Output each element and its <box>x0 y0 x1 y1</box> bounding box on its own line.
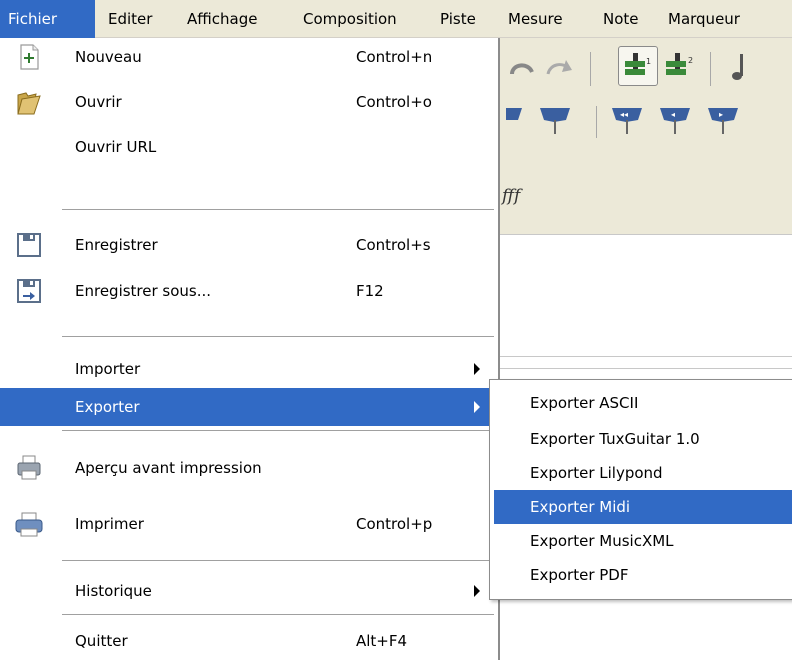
toolbar-separator <box>710 52 711 86</box>
menu-item-shortcut: F12 <box>356 282 384 300</box>
menu-item-exporter[interactable]: Exporter <box>0 388 496 426</box>
menu-item-label: Enregistrer sous... <box>75 282 212 300</box>
submenu-arrow-icon <box>474 401 480 413</box>
submenu-item-export-musicxml[interactable]: Exporter MusicXML <box>494 524 792 558</box>
menu-item-shortcut: Control+o <box>356 93 432 111</box>
menu-item-label: Imprimer <box>75 515 144 533</box>
marker-flag-icon[interactable] <box>500 100 540 140</box>
menu-item-historique[interactable]: Historique <box>0 572 496 610</box>
next-marker-icon[interactable]: ▸ <box>704 100 744 140</box>
note-icon[interactable] <box>728 48 768 88</box>
toolbar-separator <box>590 52 591 86</box>
menu-item-nouveau[interactable]: Nouveau Control+n <box>0 38 496 76</box>
svg-text:◂: ◂ <box>671 110 675 119</box>
menu-item-enregistrer-sous[interactable]: Enregistrer sous... F12 <box>0 272 496 310</box>
menu-separator <box>62 336 494 337</box>
submenu-item-export-pdf[interactable]: Exporter PDF <box>494 558 792 592</box>
menu-item-label: Historique <box>75 582 152 600</box>
folder-open-icon <box>17 92 41 115</box>
first-marker-icon[interactable]: ◂◂ <box>608 100 648 140</box>
menu-item-shortcut: Alt+F4 <box>356 632 408 650</box>
menu-item-label: Ouvrir <box>75 93 122 111</box>
menu-fichier[interactable]: Fichier <box>0 0 95 38</box>
menu-marqueur[interactable]: Marqueur <box>668 0 740 38</box>
menu-separator <box>62 430 494 431</box>
menu-separator <box>62 614 494 615</box>
menu-item-label: Importer <box>75 360 141 378</box>
menu-item-label: Nouveau <box>75 48 142 66</box>
menu-affichage[interactable]: Affichage <box>187 0 257 38</box>
score-divider <box>500 234 792 235</box>
menu-bar: Fichier Editer Affichage Composition Pis… <box>0 0 792 38</box>
score-divider <box>500 368 792 369</box>
toolbar-area: 1 2 ◂◂ ◂ ▸ <box>500 38 792 234</box>
menu-item-ouvrir-url[interactable]: Ouvrir URL <box>0 128 496 166</box>
track-1-button[interactable]: 1 <box>618 46 658 86</box>
menu-note[interactable]: Note <box>603 0 639 38</box>
new-file-icon <box>20 44 39 70</box>
menu-item-shortcut: Control+n <box>356 48 433 66</box>
menu-item-label: Aperçu avant impression <box>75 459 262 477</box>
menu-item-shortcut: Control+p <box>356 515 433 533</box>
undo-icon[interactable] <box>502 48 542 88</box>
submenu-item-export-midi[interactable]: Exporter Midi <box>494 490 792 524</box>
marker-flag-icon[interactable] <box>536 100 576 140</box>
save-icon <box>17 233 41 257</box>
menu-composition[interactable]: Composition <box>303 0 397 38</box>
score-divider <box>500 356 792 357</box>
menu-item-importer[interactable]: Importer <box>0 350 496 388</box>
redo-icon[interactable] <box>540 48 580 88</box>
menu-item-shortcut: Control+s <box>356 236 431 254</box>
menu-item-label: Quitter <box>75 632 128 650</box>
svg-text:2: 2 <box>688 56 693 65</box>
submenu-item-export-tuxguitar[interactable]: Exporter TuxGuitar 1.0 <box>494 422 792 456</box>
menu-separator <box>62 560 494 561</box>
svg-text:▸: ▸ <box>719 110 723 119</box>
submenu-item-export-lilypond[interactable]: Exporter Lilypond <box>494 456 792 490</box>
svg-text:1: 1 <box>646 57 651 66</box>
menu-item-apercu[interactable]: Aperçu avant impression <box>0 449 496 487</box>
menu-item-label: Enregistrer <box>75 236 158 254</box>
menu-item-enregistrer[interactable]: Enregistrer Control+s <box>0 226 496 264</box>
menu-mesure[interactable]: Mesure <box>508 0 563 38</box>
toolbar-separator <box>596 106 597 138</box>
menu-editer[interactable]: Editer <box>108 0 152 38</box>
previous-marker-icon[interactable]: ◂ <box>656 100 696 140</box>
svg-text:◂◂: ◂◂ <box>620 110 628 119</box>
track-1-icon: 1 <box>625 53 651 75</box>
menu-item-label: Exporter <box>75 398 140 416</box>
file-menu: Nouveau Control+n Ouvrir Control+o Ouvri… <box>0 38 500 660</box>
submenu-item-export-ascii[interactable]: Exporter ASCII <box>494 386 792 420</box>
track-2-icon[interactable]: 2 <box>660 46 700 86</box>
menu-item-imprimer[interactable]: Imprimer Control+p <box>0 505 496 543</box>
dynamics-fff-label[interactable]: fff <box>502 186 520 206</box>
menu-item-label: Ouvrir URL <box>75 138 157 156</box>
export-submenu: Exporter ASCII Exporter TuxGuitar 1.0 Ex… <box>489 379 792 600</box>
menu-piste[interactable]: Piste <box>440 0 476 38</box>
save-as-icon <box>17 279 41 303</box>
printer-icon <box>15 512 43 537</box>
menu-item-ouvrir[interactable]: Ouvrir Control+o <box>0 83 496 121</box>
print-preview-icon <box>17 455 41 480</box>
submenu-arrow-icon <box>474 585 480 597</box>
menu-separator <box>62 209 494 210</box>
submenu-arrow-icon <box>474 363 480 375</box>
menu-item-quitter[interactable]: Quitter Alt+F4 <box>0 622 496 660</box>
